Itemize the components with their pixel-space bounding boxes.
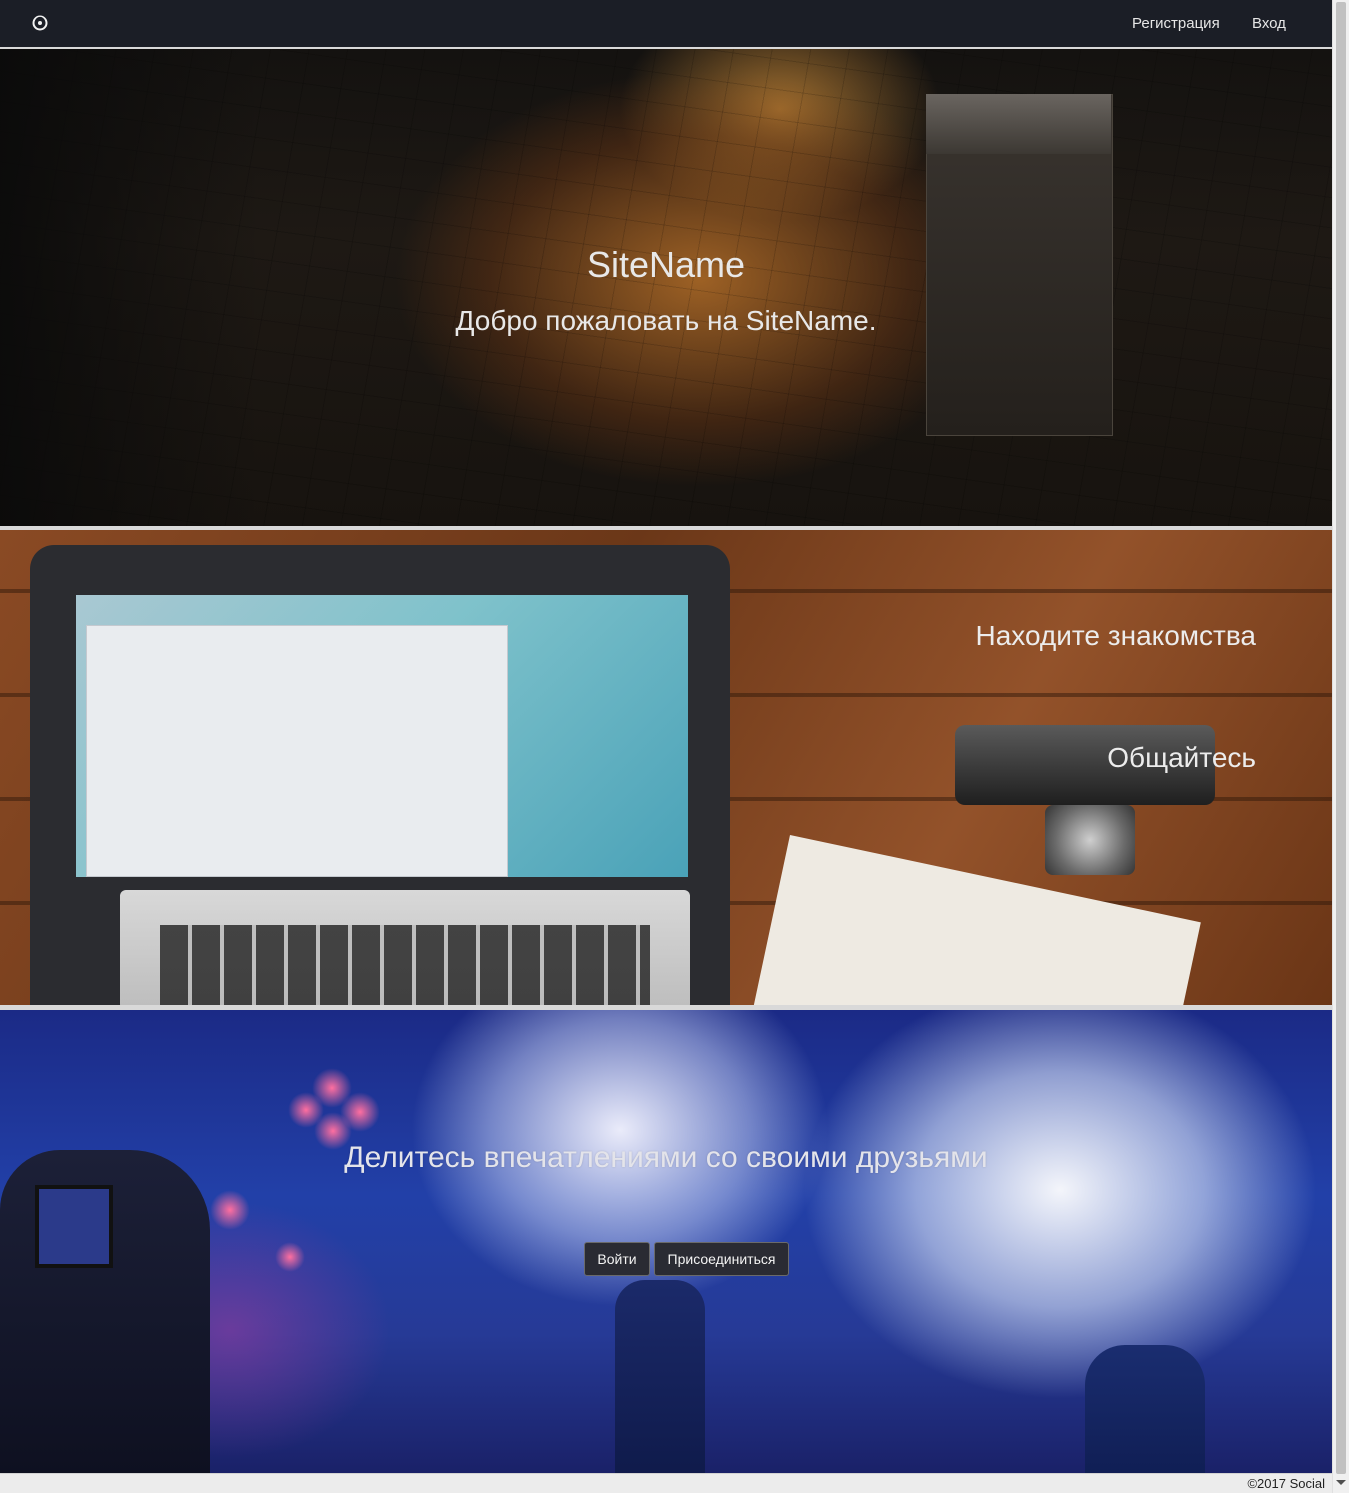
raised-hand-image	[1085, 1345, 1205, 1473]
street-box-top	[926, 94, 1111, 154]
hero-title: SiteName	[586, 244, 746, 285]
scrollbar-thumb[interactable]	[1336, 2, 1346, 1474]
vertical-scrollbar[interactable]	[1332, 0, 1349, 1493]
ring-logo-icon[interactable]	[30, 13, 50, 33]
register-link[interactable]: Регистрация	[1132, 15, 1220, 32]
top-navbar: Регистрация Вход	[0, 0, 1332, 49]
feature-communicate: Общайтесь	[1107, 742, 1256, 773]
share-title: Делитесь впечатлениями со своими друзьям…	[344, 1141, 988, 1174]
stage-light	[210, 1190, 250, 1230]
join-button[interactable]: Присоединиться	[654, 1242, 789, 1276]
laptop-window	[86, 625, 508, 877]
hero-shadow	[0, 49, 260, 526]
login-button[interactable]: Войти	[584, 1242, 650, 1276]
laptop-keyboard	[160, 925, 650, 1005]
footer: ©2017 Social	[0, 1473, 1332, 1493]
features-section: Находите знакомства Общайтесь	[0, 530, 1332, 1005]
stage-light	[275, 1242, 305, 1272]
scroll-down-arrow-icon[interactable]	[1336, 1480, 1346, 1485]
phone-image	[35, 1185, 113, 1268]
camera-lens	[1045, 805, 1135, 875]
login-link[interactable]: Вход	[1252, 15, 1286, 32]
copyright-text: ©2017 Social	[1247, 1476, 1325, 1491]
viewport: Регистрация Вход SiteName Добро пожалова…	[0, 0, 1332, 1493]
feature-find-friends: Находите знакомства	[975, 620, 1257, 651]
share-section: Делитесь впечатлениями со своими друзьям…	[0, 1010, 1332, 1473]
laptop-screen	[76, 595, 688, 877]
raised-hand-image	[615, 1280, 705, 1473]
hero-subtitle: Добро пожаловать на SiteName.	[455, 305, 877, 336]
hero-section: SiteName Добро пожаловать на SiteName.	[0, 49, 1332, 526]
page: Регистрация Вход SiteName Добро пожалова…	[0, 0, 1349, 1493]
